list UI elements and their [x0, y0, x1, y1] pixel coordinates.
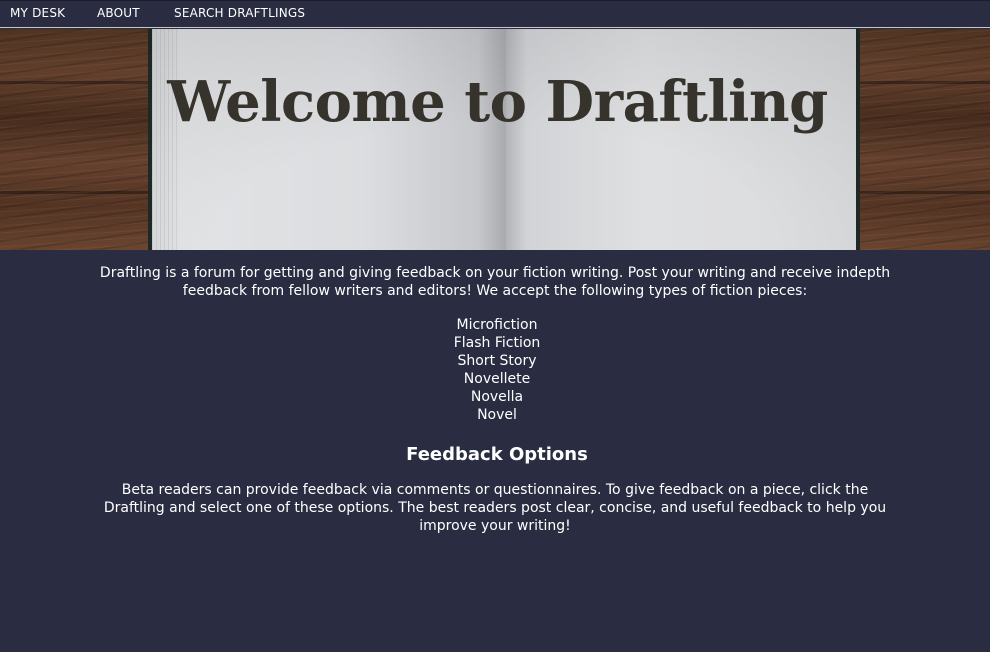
feedback-options-heading: Feedback Options: [406, 444, 588, 465]
fiction-type-item: Microfiction: [456, 317, 538, 333]
fiction-type-item: Novel: [477, 407, 517, 423]
fiction-type-item: Short Story: [457, 353, 537, 369]
feedback-options-paragraph: Beta readers can provide feedback via co…: [103, 482, 887, 534]
page-title: Welcome to Draftling: [167, 68, 828, 135]
nav-my-desk-link[interactable]: MY DESK: [10, 6, 65, 20]
hero-banner: Welcome to Draftling: [0, 29, 990, 250]
fiction-types-list: Microfiction Flash Fiction Short Story N…: [0, 316, 990, 424]
nav-about-link[interactable]: ABOUT: [97, 6, 140, 20]
hero-vignette: [0, 29, 990, 250]
nav-search-draftlings-link[interactable]: SEARCH DRAFTLINGS: [174, 6, 305, 20]
top-navbar: MY DESK ABOUT SEARCH DRAFTLINGS: [0, 0, 990, 28]
fiction-type-item: Flash Fiction: [453, 335, 541, 351]
intro-paragraph: Draftling is a forum for getting and giv…: [99, 265, 891, 299]
fiction-type-item: Novella: [470, 389, 524, 405]
fiction-type-item: Novellete: [463, 371, 531, 387]
